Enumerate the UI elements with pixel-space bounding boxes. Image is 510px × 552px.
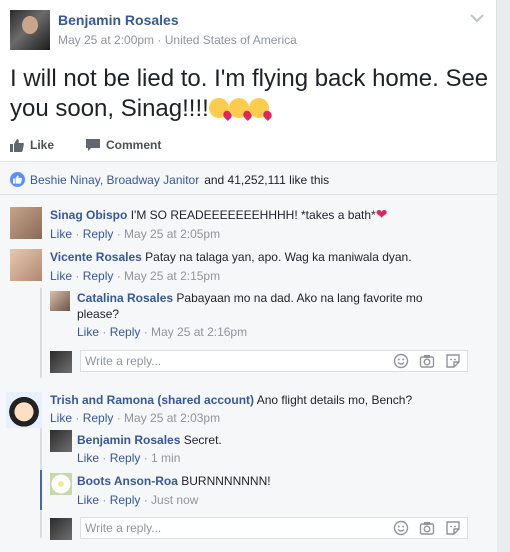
comment-reply-link[interactable]: Reply (83, 269, 114, 283)
comment-time[interactable]: May 25 at 2:15pm (124, 269, 220, 283)
reply-reply-link[interactable]: Reply (110, 451, 141, 465)
comment-author[interactable]: Trish and Ramona (shared account) (50, 393, 254, 407)
reply-avatar[interactable] (50, 473, 72, 495)
reply-time[interactable]: Just now (151, 493, 198, 507)
comment-author[interactable]: Sinag Obispo (50, 208, 127, 222)
sticker-icon[interactable] (445, 353, 461, 369)
post-actions: Like Comment (10, 134, 490, 156)
divider (0, 161, 497, 162)
kissing-face-heart-icon (228, 98, 249, 118)
post-meta: May 25 at 2:00pm · United States of Amer… (58, 33, 297, 47)
comment-like-link[interactable]: Like (50, 269, 72, 283)
comment-button[interactable]: Comment (86, 134, 161, 156)
likes-summary[interactable]: Beshie Ninay, Broadway Janitor and 41,25… (10, 172, 329, 187)
reply-author[interactable]: Boots Anson-Roa (77, 474, 178, 488)
reply-time[interactable]: May 25 at 2:16pm (151, 325, 247, 339)
camera-icon[interactable] (419, 520, 435, 536)
reply-like-link[interactable]: Like (77, 325, 99, 339)
reply-text: BURNNNNNNN! (181, 474, 271, 488)
reply: Boots Anson-Roa BURNNNNNNN! (77, 473, 472, 489)
comment-reply-link[interactable]: Reply (83, 411, 114, 425)
reply-input[interactable]: Write a reply... (80, 350, 468, 372)
commenter-avatar[interactable] (10, 249, 42, 281)
comment-like-link[interactable]: Like (50, 411, 72, 425)
reply-like-link[interactable]: Like (77, 493, 99, 507)
comment-like-link[interactable]: Like (50, 227, 72, 241)
comment-time[interactable]: May 25 at 2:05pm (124, 227, 220, 241)
reply-reply-link[interactable]: Reply (110, 493, 141, 507)
reply-placeholder: Write a reply... (85, 521, 162, 535)
reply-text: please? (77, 307, 120, 321)
comment-actions: Like · Reply · May 25 at 2:15pm (50, 269, 221, 283)
reply-text: Pabayaan mo na dad. Ako na lang favorite… (176, 291, 423, 305)
sticker-icon[interactable] (445, 520, 461, 536)
reply-actions: Like · Reply · May 25 at 2:16pm (77, 325, 248, 339)
reply-avatar[interactable] (50, 430, 72, 452)
reply-reply-link[interactable]: Reply (110, 325, 141, 339)
poster-name[interactable]: Benjamin Rosales (58, 12, 179, 28)
emoji-icon[interactable] (393, 353, 409, 369)
reply-placeholder: Write a reply... (85, 354, 162, 368)
kissing-face-heart-icon (208, 98, 229, 118)
comment-actions: Like · Reply · May 25 at 2:05pm (50, 227, 221, 241)
reply-text: Secret. (183, 433, 222, 447)
likes-count: and 41,252,111 like this (204, 172, 330, 187)
reply: Benjamin Rosales Secret. (77, 432, 472, 448)
divider (0, 194, 497, 195)
heart-icon: ❤ (375, 206, 388, 222)
comment: Trish and Ramona (shared account) Ano fl… (50, 392, 490, 408)
post-location: United States of America (164, 33, 297, 47)
comment-actions: Like · Reply · May 25 at 2:03pm (50, 411, 221, 425)
like-badge-icon (10, 172, 25, 187)
post-card: Benjamin Rosales May 25 at 2:00pm · Unit… (0, 0, 497, 552)
comment: Vicente Rosales Patay na talaga yan, apo… (50, 249, 490, 265)
comment-author[interactable]: Vicente Rosales (50, 250, 142, 264)
poster-avatar[interactable] (10, 10, 50, 50)
reply-thread-line (40, 288, 42, 378)
emoji-icon[interactable] (393, 520, 409, 536)
reply-author[interactable]: Catalina Rosales (77, 291, 173, 305)
comment: Sinag Obispo I'M SO READEEEEEEEHHHH! *ta… (50, 207, 490, 223)
comment-text: I'M SO READEEEEEEEHHHH! *takes a bath* (130, 208, 376, 222)
chevron-down-icon[interactable] (470, 10, 484, 26)
reply-actions: Like · Reply · Just now (77, 493, 199, 507)
current-user-avatar (50, 351, 72, 373)
comment-text: Patay na talaga yan, apo. Wag ka maniwal… (145, 250, 412, 264)
comment-icon (86, 138, 101, 151)
reply-avatar[interactable] (50, 291, 70, 311)
likes-names[interactable]: Beshie Ninay, Broadway Janitor (30, 173, 199, 187)
comment-time[interactable]: May 25 at 2:03pm (124, 411, 220, 425)
camera-icon[interactable] (419, 353, 435, 369)
commenter-avatar[interactable] (6, 392, 42, 428)
post-text: I will not be lied to. I'm flying back h… (10, 65, 489, 122)
reply: Catalina Rosales Pabayaan mo na dad. Ako… (77, 290, 472, 322)
thumbs-up-icon (10, 138, 24, 152)
post-date[interactable]: May 25 at 2:00pm (58, 33, 154, 47)
reply-like-link[interactable]: Like (77, 451, 99, 465)
highlight-line (40, 470, 42, 510)
current-user-avatar (50, 518, 72, 540)
comment-text: Ano flight details mo, Bench? (256, 393, 413, 407)
reply-input[interactable]: Write a reply... (80, 517, 468, 539)
kissing-face-heart-icon (248, 98, 269, 118)
like-button[interactable]: Like (10, 134, 54, 156)
reply-actions: Like · Reply · 1 min (77, 451, 181, 465)
commenter-avatar[interactable] (10, 207, 42, 239)
reply-author[interactable]: Benjamin Rosales (77, 433, 180, 447)
comment-reply-link[interactable]: Reply (83, 227, 114, 241)
reply-time[interactable]: 1 min (151, 451, 180, 465)
